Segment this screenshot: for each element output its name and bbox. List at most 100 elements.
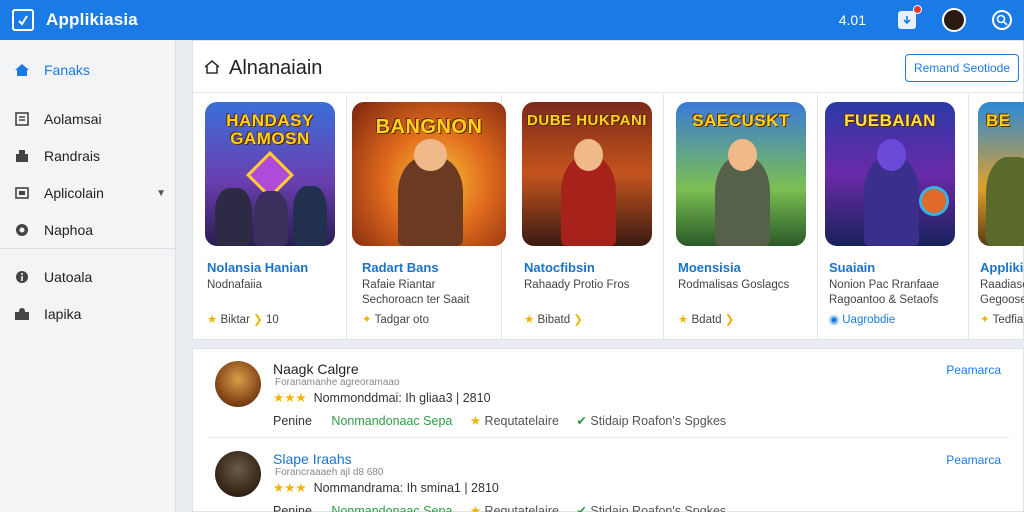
review-subtext: Foranamanhe agreoramaao (275, 377, 400, 388)
review-link[interactable]: Peamarca (946, 453, 1001, 467)
sidebar-item-1[interactable]: Aolamsai (0, 105, 176, 133)
app-thumbnail[interactable]: BE (978, 102, 1024, 246)
star-icon: ★ (469, 414, 482, 428)
review-tag[interactable]: Penine (273, 414, 312, 428)
app-name[interactable]: Nolansia Hanian (207, 260, 308, 275)
app-card[interactable]: SAECUSKT Moensisia Rodmalisas Goslagcs ★… (664, 94, 818, 340)
sidebar-item-3[interactable]: Aplicolain ▼ (0, 179, 176, 207)
review-link[interactable]: Peamarca (946, 363, 1001, 377)
info-icon (14, 269, 30, 285)
app-card[interactable]: FUEBAIAN Suaiain Nonion Pac Rranfaae Rag… (815, 94, 969, 340)
app-card[interactable]: BE Applikia Raadiase Gegoose ✦ Tedfiar (966, 94, 1024, 340)
review-tag[interactable]: Nonmandonaac Sepa (331, 414, 452, 428)
app-art-title: DUBE HUKPANI (527, 112, 647, 129)
bolt-icon: ✦ (980, 314, 990, 326)
bolt-icon: ❯ (253, 314, 263, 326)
thumbs-up-icon: ✔ (576, 414, 587, 428)
review-tags: Penine Nonmandonaac Sepa ★ Requtatelaire… (273, 503, 740, 512)
app-meta: ★ Biktar ❯ 10 (207, 314, 279, 326)
header-count: 4.01 (838, 12, 866, 28)
review-rating: ★★★ Nommandrama: Ih smina1 | 2810 (273, 481, 499, 495)
review-item: Slape Iraahs Forancraaaeh ajl d8 680 ★★★… (209, 439, 1009, 512)
review-tag[interactable]: Stidaip Roafon's Spgkes (590, 504, 726, 512)
app-developer: Raadiase (980, 279, 1024, 291)
review-divider (209, 437, 1009, 438)
review-tags: Penine Nonmandonaac Sepa ★ Requtatelaire… (273, 413, 740, 428)
app-category: Gegoose (980, 294, 1024, 306)
review-tag[interactable]: Requtatelaire (485, 414, 559, 428)
review-subtext: Forancraaaeh ajl d8 680 (275, 467, 384, 478)
app-developer: Rafaie Riantar (362, 279, 436, 291)
review-tag[interactable]: Requtatelaire (485, 504, 559, 512)
sidebar-divider (0, 248, 176, 249)
app-thumbnail[interactable]: FUEBAIAN (825, 102, 955, 246)
app-art-title: SAECUSKT (692, 111, 790, 130)
sidebar: Fanaks Aolamsai Randrais Aplicolain ▼ Na… (0, 40, 176, 512)
shield-prop (919, 186, 949, 216)
sidebar-item-6[interactable]: Iapika (0, 300, 176, 328)
app-name[interactable]: Radart Bans (362, 260, 439, 275)
bolt-icon: ❯ (573, 314, 583, 326)
app-card[interactable]: DUBE HUKPANI Natocfibsin Rahaady Protio … (510, 94, 664, 340)
reviewer-avatar[interactable] (215, 361, 261, 407)
app-name[interactable]: Suaiain (829, 260, 875, 275)
app-name: Applikiasia (46, 10, 138, 29)
app-art-title: HANDASY GAMOSN (226, 111, 314, 148)
app-card[interactable]: BANGNON Radart Bans Rafaie Riantar Secho… (348, 94, 506, 340)
review-tag[interactable]: Stidaip Roafon's Spgkes (590, 414, 726, 428)
app-logo-icon[interactable] (12, 9, 34, 31)
review-item: Naagk Calgre Foranamanhe agreoramaao ★★★… (209, 349, 1009, 429)
app-name[interactable]: Natocfibsin (524, 260, 595, 275)
user-avatar[interactable] (942, 8, 966, 32)
review-tag[interactable]: Nonmandonaac Sepa (331, 504, 452, 512)
reviewer-name[interactable]: Naagk Calgre (273, 361, 359, 377)
sidebar-item-label: Fanaks (44, 62, 90, 78)
app-meta: ✦ Tadgar oto (362, 314, 429, 326)
app-thumbnail[interactable]: DUBE HUKPANI (522, 102, 652, 246)
character-face (574, 139, 603, 172)
review-tag[interactable]: Penine (273, 504, 312, 512)
sidebar-item-label: Iapika (44, 306, 82, 322)
thumbs-up-icon: ✔ (576, 504, 587, 512)
top-app-bar: Applikiasia 4.01 (0, 0, 1024, 40)
app-thumbnail[interactable]: BANGNON (352, 102, 506, 246)
star-icon: ★ (207, 314, 218, 326)
search-icon[interactable] (992, 10, 1012, 30)
chevron-down-icon[interactable]: ▼ (156, 188, 166, 199)
app-thumbnail[interactable]: HANDASY GAMOSN (205, 102, 335, 246)
character-art (215, 188, 252, 246)
grid-icon (14, 111, 30, 127)
home-icon (14, 62, 30, 78)
character-art (293, 185, 328, 246)
app-meta: ◉ Uagrobdie (829, 314, 896, 326)
sidebar-item-2[interactable]: Randrais (0, 142, 176, 170)
home-outline-icon[interactable] (203, 59, 221, 75)
sidebar-item-label: Aolamsai (44, 111, 102, 127)
sidebar-item-home[interactable]: Fanaks (0, 56, 176, 84)
app-icon (14, 185, 30, 201)
app-art-title: FUEBAIAN (844, 111, 936, 130)
notification-badge (913, 5, 922, 14)
app-category: Sechoroacn ter Saait (362, 294, 470, 306)
sidebar-item-label: Naphoa (44, 222, 94, 238)
app-name[interactable]: Moensisia (678, 260, 741, 275)
app-developer: Rahaady Protio Fros (524, 279, 630, 291)
app-art-title: BE (986, 111, 1011, 130)
reviewer-avatar[interactable] (215, 451, 261, 497)
sidebar-item-4[interactable]: Naphoa (0, 216, 176, 244)
sidebar-item-label: Randrais (44, 148, 101, 164)
app-thumbnail[interactable]: SAECUSKT (676, 102, 806, 246)
notification-icon[interactable] (898, 5, 922, 29)
sidebar-item-5[interactable]: Uatoala (0, 263, 176, 291)
bolt-icon: ✦ (362, 314, 372, 326)
app-name[interactable]: Applikia (980, 260, 1024, 275)
app-card[interactable]: HANDASY GAMOSN Nolansia Hanian Nodnafaii… (193, 94, 347, 340)
character-face (728, 139, 757, 172)
verified-icon: ◉ (829, 314, 840, 326)
character-face (877, 139, 906, 172)
reviewer-name[interactable]: Slape Iraahs (273, 451, 352, 467)
reviews-panel: Naagk Calgre Foranamanhe agreoramaao ★★★… (192, 348, 1024, 512)
remand-button[interactable]: Remand Seotiode (905, 54, 1019, 82)
page-title: Alnanaiain (229, 57, 323, 79)
app-art-title: BANGNON (375, 116, 483, 138)
